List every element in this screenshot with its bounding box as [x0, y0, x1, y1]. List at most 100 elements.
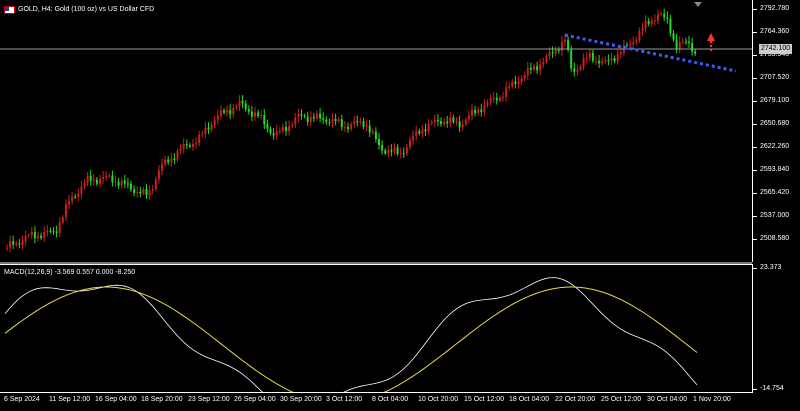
- macd-histogram-bar: [478, 314, 481, 345]
- macd-histogram-bar: [577, 345, 580, 352]
- macd-histogram-bar: [267, 345, 270, 378]
- candle-body: [576, 69, 579, 72]
- price-chart-area[interactable]: GOLD, H4: Gold (100 oz) vs US Dollar CFD: [0, 0, 753, 262]
- candle-body: [418, 131, 421, 134]
- macd-histogram-bar: [555, 345, 558, 351]
- candle-body: [241, 100, 244, 104]
- macd-indicator-area[interactable]: MACD(12,26,9) -3.569 0.557 0.000 -8.250: [0, 264, 753, 393]
- candle-body: [161, 164, 163, 171]
- macd-histogram-bar: [283, 345, 285, 371]
- macd-histogram-bar: [171, 340, 174, 345]
- candle-body: [520, 78, 523, 83]
- macd-histogram-bar: [128, 337, 130, 345]
- candle-body: [157, 170, 160, 180]
- macd-histogram-bar: [571, 345, 574, 352]
- macd-histogram-bar: [345, 345, 347, 347]
- candle-body: [672, 33, 675, 40]
- candle-body: [443, 121, 446, 124]
- macd-histogram-bar: [552, 345, 555, 351]
- price-scale[interactable]: 2792.780 2764.360 2735.940 2707.520 2679.100…: [753, 0, 800, 262]
- candlestick-chart[interactable]: [0, 0, 752, 262]
- candle-body: [120, 180, 123, 186]
- macd-histogram-bar: [568, 345, 571, 351]
- candle-body: [353, 121, 356, 125]
- macd-histogram-bar: [614, 345, 617, 360]
- macd-histogram-bar: [391, 333, 394, 345]
- macd-histogram-bar: [338, 345, 341, 348]
- candle-body: [260, 115, 263, 117]
- macd-histogram-bar: [72, 328, 75, 345]
- macd-histogram-bar: [407, 325, 409, 345]
- candle-body: [560, 41, 563, 51]
- candle-body: [601, 61, 604, 64]
- macd-histogram-bar: [518, 340, 521, 345]
- chart-shift-marker-icon[interactable]: [694, 2, 702, 7]
- macd-histogram-bar: [59, 326, 62, 345]
- macd-histogram-bar: [465, 309, 468, 345]
- macd-histogram-bar: [332, 345, 335, 349]
- macd-histogram-bar: [236, 345, 239, 379]
- macd-scale[interactable]: 23.373 -14.754: [753, 264, 800, 392]
- macd-histogram-bar: [286, 345, 289, 370]
- candle-body: [542, 62, 545, 65]
- candle-body: [666, 17, 669, 19]
- candle-body: [331, 118, 334, 123]
- macd-histogram-bar: [549, 345, 552, 351]
- macd-histogram-bar: [366, 342, 369, 345]
- candle-body: [40, 235, 43, 238]
- price-scale-tick: [753, 239, 757, 240]
- candle-body: [142, 189, 145, 194]
- price-scale-tick: [753, 9, 757, 10]
- macd-chart[interactable]: [0, 265, 752, 393]
- macd-histogram-bar: [4, 345, 6, 349]
- candle-body: [570, 49, 573, 69]
- macd-histogram-bar: [611, 345, 614, 359]
- candle-body: [688, 41, 690, 44]
- macd-histogram-bar: [490, 322, 493, 345]
- macd-histogram-bar: [348, 345, 351, 346]
- macd-histogram-bar: [335, 345, 338, 348]
- price-scale-tick: [753, 78, 757, 79]
- macd-histogram-bar: [56, 326, 59, 345]
- candle-body: [291, 124, 294, 126]
- candle-body: [340, 119, 343, 128]
- macd-histogram-bar: [248, 345, 251, 381]
- candle-body: [405, 146, 408, 154]
- macd-histogram-bar: [146, 336, 149, 345]
- price-scale-tick: [753, 170, 757, 171]
- candle-body: [95, 179, 98, 184]
- candle-body: [638, 30, 641, 41]
- candle-body: [133, 189, 136, 194]
- candle-body: [514, 81, 517, 85]
- candle-body: [675, 39, 678, 49]
- candle-body: [139, 191, 142, 194]
- macd-histogram-bar: [670, 345, 673, 364]
- candle-body: [80, 186, 83, 194]
- macd-histogram-bar: [230, 345, 233, 376]
- macd-histogram-bar: [376, 340, 378, 345]
- candle-body: [356, 121, 359, 123]
- candle-body: [226, 110, 229, 113]
- macd-histogram-bar: [503, 331, 506, 345]
- candle-body: [455, 121, 458, 123]
- macd-histogram-bar: [472, 311, 475, 345]
- candle-body: [678, 41, 681, 49]
- macd-histogram-bar: [75, 329, 78, 345]
- candle-body: [526, 67, 529, 76]
- macd-histogram-bar: [651, 345, 654, 368]
- candle-body: [477, 109, 480, 113]
- candle-body: [374, 131, 377, 140]
- macd-histogram-bar: [81, 331, 84, 345]
- candle-body: [536, 66, 539, 71]
- macd-histogram-bar: [521, 342, 524, 345]
- macd-histogram-bar: [298, 345, 301, 363]
- macd-histogram-bar: [363, 343, 366, 345]
- time-scale[interactable]: 6 Sep 2024 11 Sep 12:00 16 Sep 04:00 18 Sep…: [0, 392, 752, 411]
- candle-body: [616, 54, 619, 62]
- macd-histogram-bar: [400, 328, 403, 345]
- candle-body: [598, 60, 601, 64]
- macd-histogram-bar: [304, 345, 307, 359]
- macd-histogram-bar: [7, 345, 10, 347]
- macd-histogram-bar: [106, 336, 109, 345]
- candle-body: [359, 121, 362, 123]
